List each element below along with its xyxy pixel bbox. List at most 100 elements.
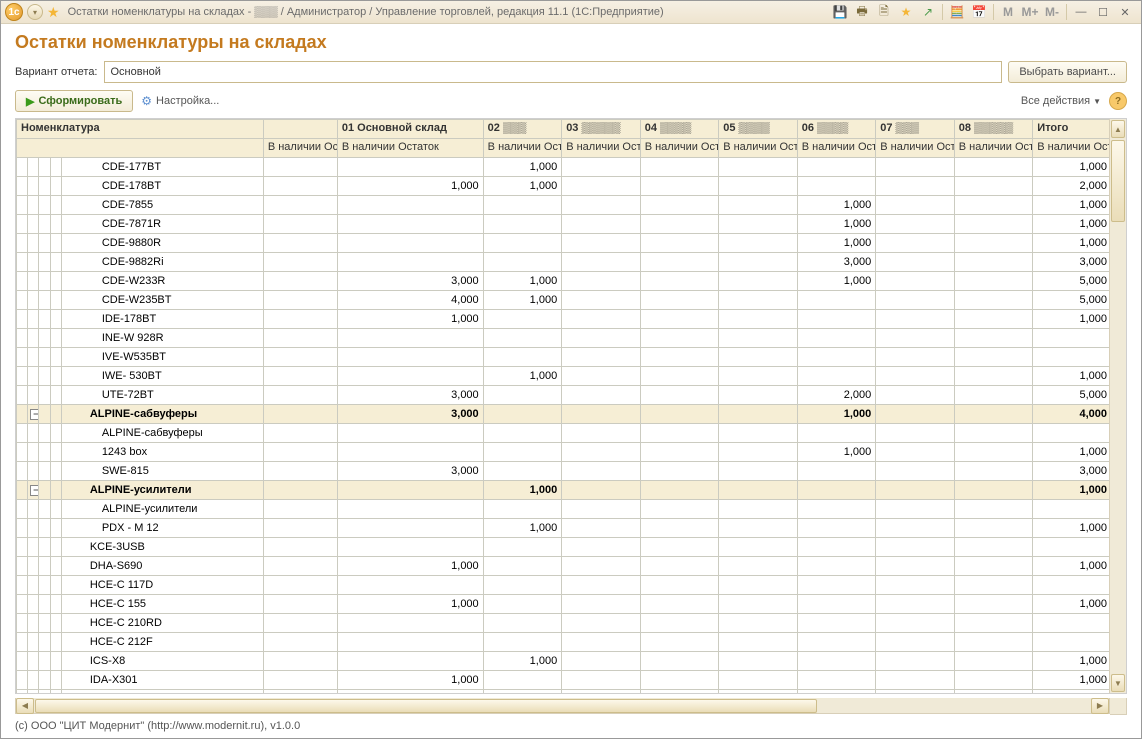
value-cell: [640, 576, 719, 595]
scroll-right-button[interactable]: ▶: [1091, 698, 1109, 714]
table-row[interactable]: −ALPINE-сабвуферы3,0001,0004,000: [17, 405, 1110, 424]
tree-cell: [39, 424, 50, 443]
form-button[interactable]: ▶ Сформировать: [15, 90, 133, 112]
col-header-blank: [263, 120, 337, 139]
table-row[interactable]: KCE-3USB: [17, 538, 1110, 557]
vertical-scrollbar[interactable]: ▲ ▼: [1109, 119, 1126, 693]
value-cell: [719, 234, 798, 253]
tree-cell: [39, 500, 50, 519]
scroll-up-button[interactable]: ▲: [1111, 120, 1125, 138]
value-cell: [954, 253, 1033, 272]
value-cell: [954, 500, 1033, 519]
tree-cell: [39, 633, 50, 652]
select-variant-button[interactable]: Выбрать вариант...: [1008, 61, 1127, 83]
spreadsheet-scroll[interactable]: Номенклатура01 Основной склад02 ▒▒▒03 ▒▒…: [16, 119, 1109, 693]
value-cell: [483, 538, 562, 557]
col-subheader-instock: В наличии Остаток: [337, 139, 483, 158]
calculator-icon[interactable]: 🧮: [949, 4, 965, 20]
table-row[interactable]: PDX - M 121,0001,000: [17, 519, 1110, 538]
scroll-left-button[interactable]: ◀: [16, 698, 34, 714]
table-row[interactable]: 1243 box1,0001,000: [17, 443, 1110, 462]
value-cell: [876, 500, 955, 519]
value-cell: [954, 158, 1033, 177]
minimize-button[interactable]: —: [1073, 4, 1089, 20]
tree-cell: [39, 671, 50, 690]
total-cell: 1,000: [1033, 443, 1109, 462]
value-cell: [797, 329, 876, 348]
link-icon[interactable]: ↗: [920, 4, 936, 20]
value-cell: [954, 671, 1033, 690]
value-cell: [562, 557, 641, 576]
table-row[interactable]: ALPINE-усилители: [17, 500, 1110, 519]
collapse-icon[interactable]: −: [30, 409, 39, 420]
table-row[interactable]: IDA-X3011,0001,000: [17, 671, 1110, 690]
col-subheader-instock: В наличии Остаток: [954, 139, 1033, 158]
hscroll-thumb[interactable]: [35, 699, 817, 713]
calendar-icon[interactable]: 📅: [971, 4, 987, 20]
tree-cell: [39, 253, 50, 272]
favorite-star-icon[interactable]: ★: [47, 4, 60, 21]
table-row[interactable]: CDE-78551,0001,000: [17, 196, 1110, 215]
scroll-thumb[interactable]: [1111, 140, 1125, 222]
table-row[interactable]: CDE-177BT1,0001,000: [17, 158, 1110, 177]
value-cell: [640, 671, 719, 690]
value-cell: [640, 272, 719, 291]
tree-cell: [28, 633, 39, 652]
favorite2-star-icon[interactable]: ★: [898, 4, 914, 20]
value-cell: [797, 576, 876, 595]
table-row[interactable]: DHA-S6901,0001,000: [17, 557, 1110, 576]
table-row[interactable]: ICS-X81,0001,000: [17, 652, 1110, 671]
total-cell: 1,000: [1033, 595, 1109, 614]
total-cell: 1,000: [1033, 196, 1109, 215]
table-row[interactable]: CDE-9882Ri3,0003,000: [17, 253, 1110, 272]
m-plus-button[interactable]: M+: [1022, 4, 1038, 20]
value-cell: [263, 405, 337, 424]
help-button[interactable]: ?: [1109, 92, 1127, 110]
settings-button[interactable]: ⚙ Настройка...: [141, 94, 219, 108]
collapse-icon[interactable]: −: [30, 485, 39, 496]
name-cell: CDE-7855: [61, 196, 263, 215]
table-row[interactable]: HCE-C 210RD: [17, 614, 1110, 633]
table-row[interactable]: INE-W 928R: [17, 329, 1110, 348]
table-row[interactable]: IVE-W535BT: [17, 348, 1110, 367]
tree-cell: [50, 557, 61, 576]
table-row[interactable]: HCE-C 212F: [17, 633, 1110, 652]
variant-input[interactable]: [104, 61, 1003, 83]
m-minus-button[interactable]: M-: [1044, 4, 1060, 20]
tree-cell: [17, 215, 28, 234]
maximize-button[interactable]: ☐: [1095, 4, 1111, 20]
table-row[interactable]: CDE-W233R3,0001,0001,0005,000: [17, 272, 1110, 291]
all-actions-button[interactable]: Все действия ▼: [1021, 95, 1101, 107]
value-cell: [483, 576, 562, 595]
value-cell: [562, 443, 641, 462]
name-cell: CDE-W233R: [61, 272, 263, 291]
table-row[interactable]: CDE-9880R1,0001,000: [17, 234, 1110, 253]
table-row[interactable]: IDA-X305s: [17, 690, 1110, 694]
table-row[interactable]: HCE-C 117D: [17, 576, 1110, 595]
table-row[interactable]: −ALPINE-усилители1,0001,000: [17, 481, 1110, 500]
table-row[interactable]: CDE-W235BT4,0001,0005,000: [17, 291, 1110, 310]
print-icon[interactable]: 🖶: [854, 4, 870, 20]
value-cell: [876, 538, 955, 557]
table-row[interactable]: ALPINE-сабвуферы: [17, 424, 1110, 443]
table-row[interactable]: UTE-72BT3,0002,0005,000: [17, 386, 1110, 405]
table-row[interactable]: CDE-178BT1,0001,0002,000: [17, 177, 1110, 196]
titlebar-dropdown-icon[interactable]: ▾: [27, 4, 43, 20]
tree-cell: [39, 215, 50, 234]
preview-icon[interactable]: 🗎: [876, 4, 892, 20]
table-row[interactable]: IDE-178BT1,0001,000: [17, 310, 1110, 329]
m-button[interactable]: M: [1000, 4, 1016, 20]
table-row[interactable]: IWE- 530BT1,0001,000: [17, 367, 1110, 386]
table-row[interactable]: SWE-8153,0003,000: [17, 462, 1110, 481]
value-cell: 1,000: [337, 671, 483, 690]
value-cell: [876, 595, 955, 614]
table-row[interactable]: HCE-C 1551,0001,000: [17, 595, 1110, 614]
save-icon[interactable]: 💾: [832, 4, 848, 20]
table-row[interactable]: CDE-7871R1,0001,000: [17, 215, 1110, 234]
tree-cell: [17, 557, 28, 576]
total-cell: [1033, 538, 1109, 557]
value-cell: [954, 633, 1033, 652]
scroll-down-button[interactable]: ▼: [1111, 674, 1125, 692]
horizontal-scrollbar[interactable]: ◀ ▶: [15, 698, 1127, 714]
close-button[interactable]: ✕: [1117, 4, 1133, 20]
